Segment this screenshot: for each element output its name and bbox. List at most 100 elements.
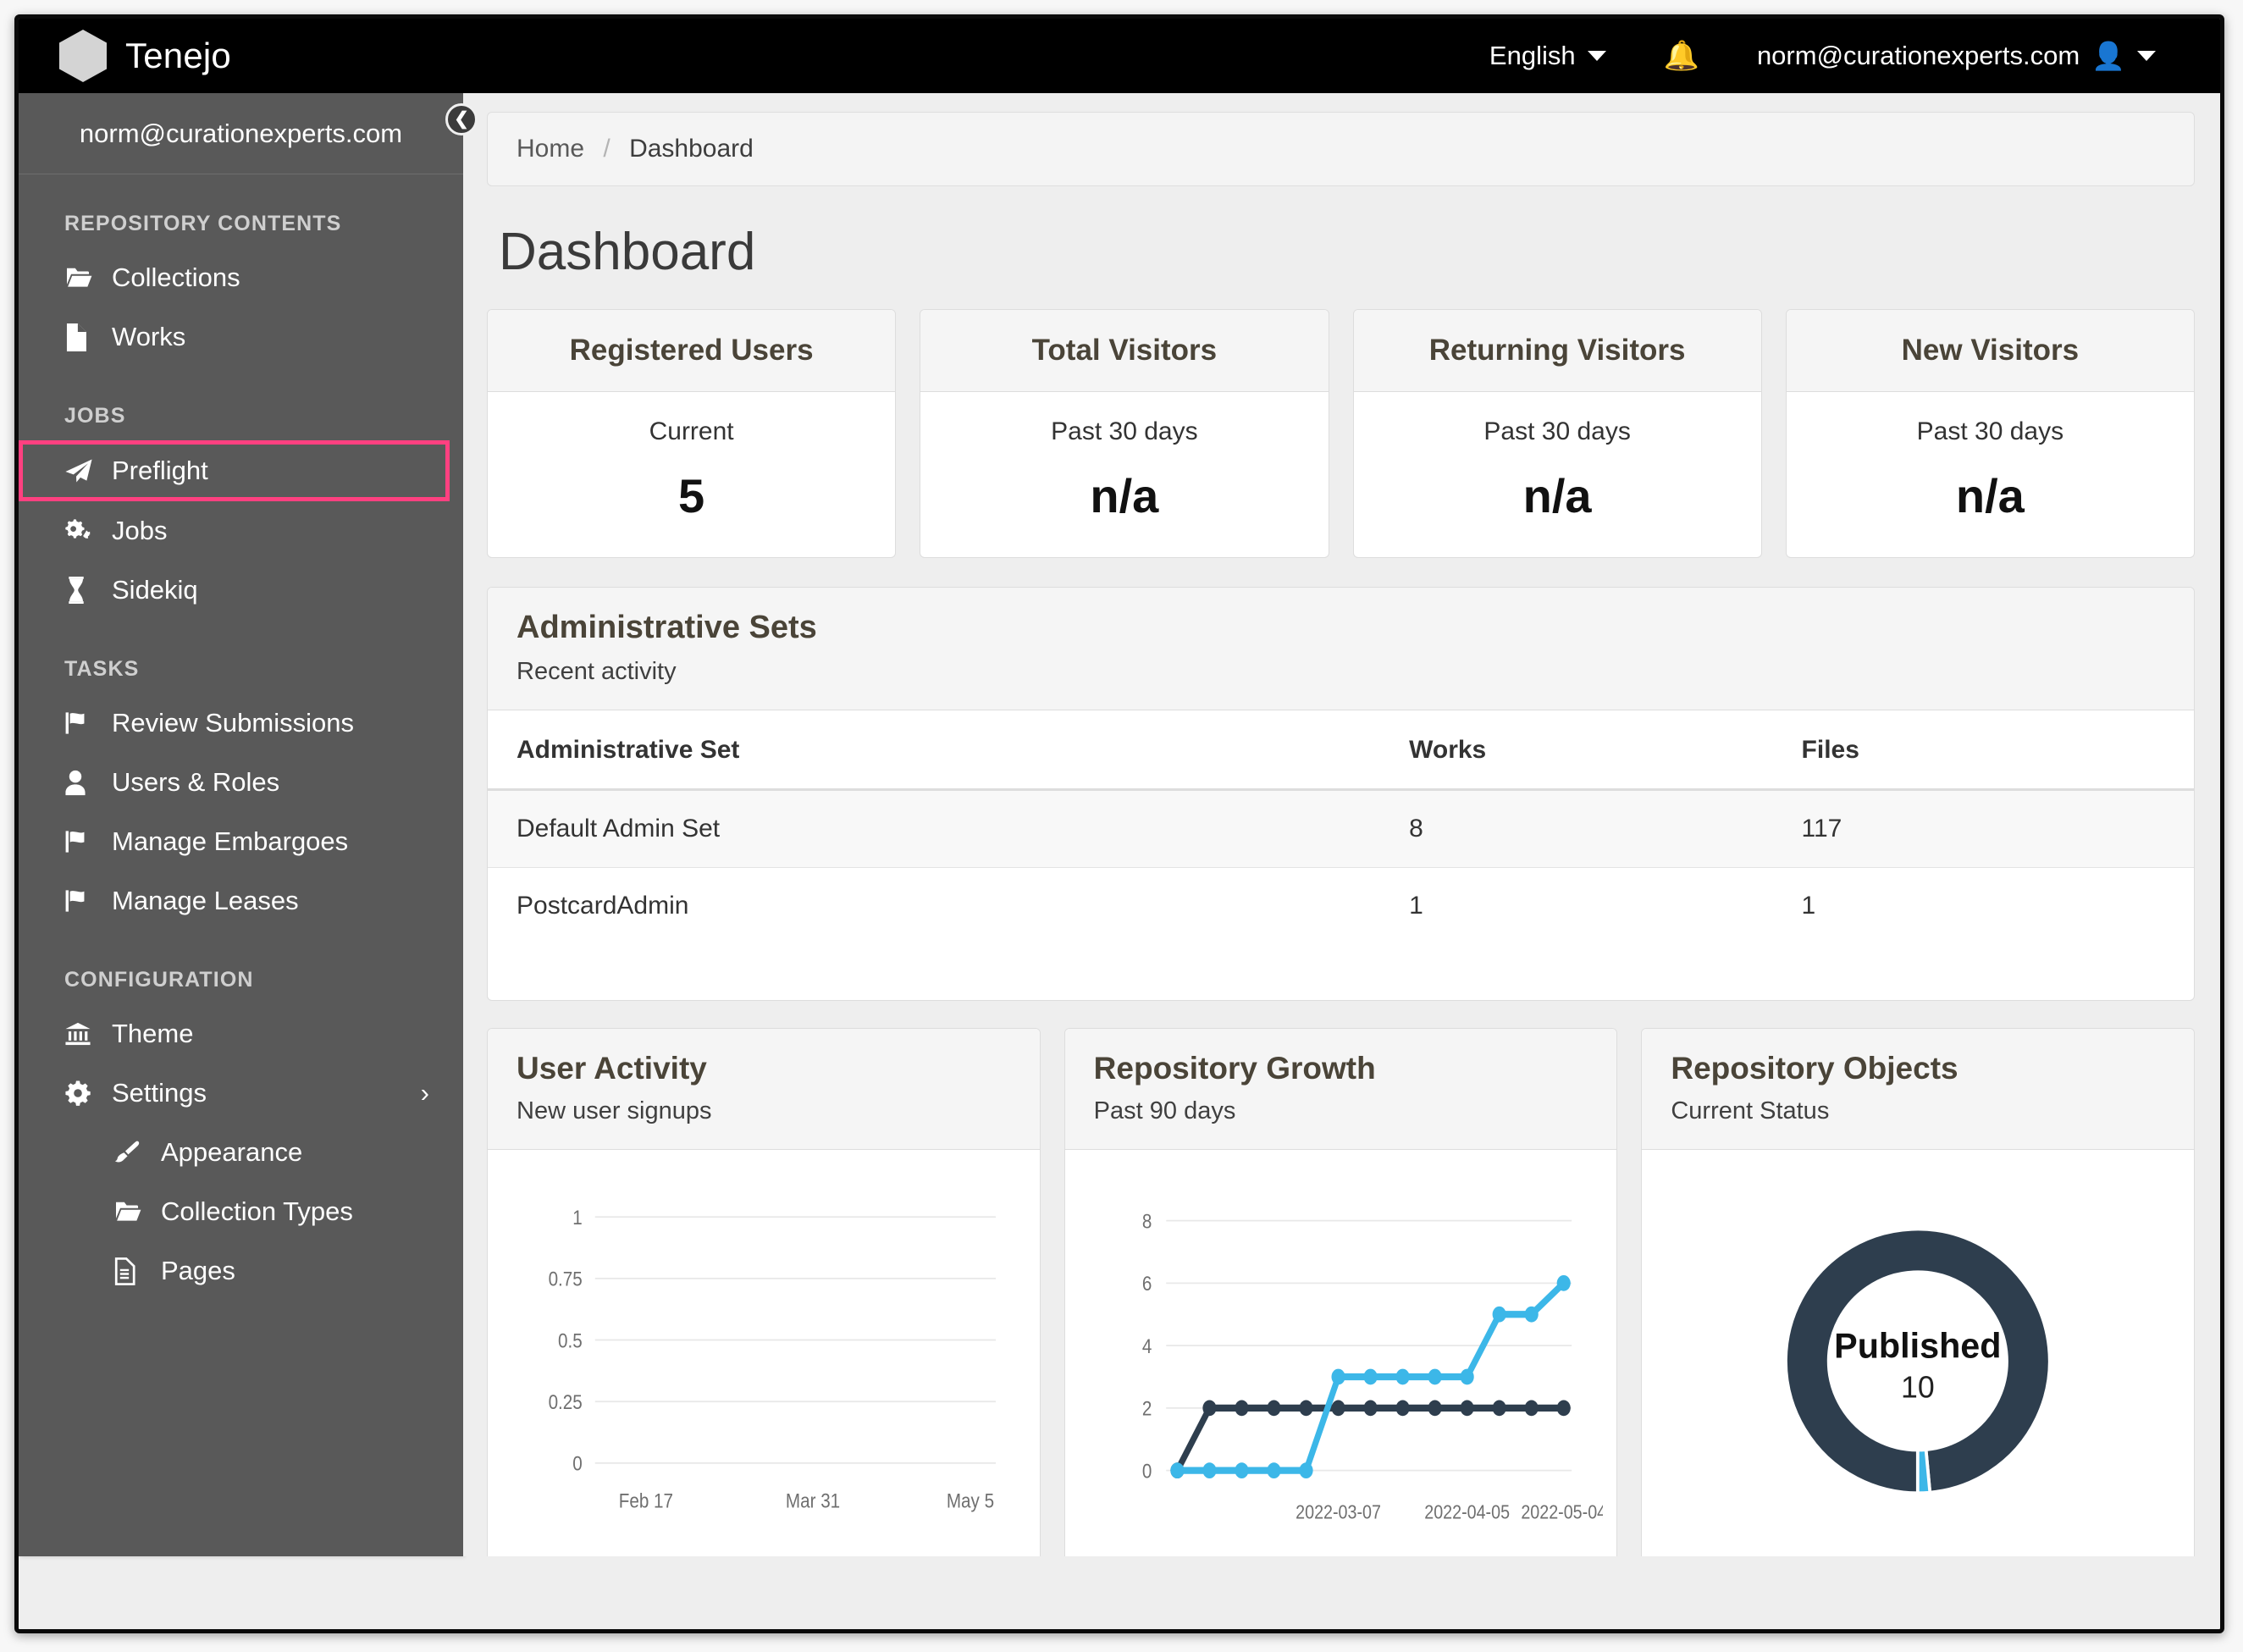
stat-card-title: Returning Visitors bbox=[1353, 310, 1761, 392]
stat-card-body: Past 30 days n/a bbox=[920, 392, 1328, 557]
sidebar-item-manage-leases[interactable]: Manage Leases bbox=[19, 871, 463, 931]
paper-plane-icon bbox=[64, 458, 112, 483]
user-icon: 👤 bbox=[2091, 41, 2125, 71]
table-cell: 117 bbox=[1801, 789, 2194, 868]
svg-text:2: 2 bbox=[1142, 1397, 1152, 1420]
sidebar-item-settings[interactable]: Settings › bbox=[19, 1064, 463, 1123]
administrative-sets-subtitle: Recent activity bbox=[517, 658, 677, 685]
repository-objects-donut[interactable]: Published 10 bbox=[1642, 1150, 2194, 1556]
sidebar-section-header: REPOSITORY CONTENTS bbox=[64, 212, 342, 235]
flag-icon bbox=[64, 711, 112, 735]
stat-card-body: Past 30 days n/a bbox=[1787, 392, 2194, 557]
chevron-right-icon: › bbox=[420, 1078, 429, 1108]
chevron-down-icon bbox=[1587, 51, 1606, 61]
sidebar-item-label: Review Submissions bbox=[112, 708, 354, 738]
table-bottom-spacer bbox=[488, 944, 2194, 1000]
sidebar-item-label: Users & Roles bbox=[112, 767, 280, 797]
svg-text:10: 10 bbox=[1901, 1371, 1935, 1405]
stat-card: Returning Visitors Past 30 days n/a bbox=[1352, 309, 1762, 558]
table-cell: Default Admin Set bbox=[488, 789, 1410, 868]
sidebar-item-sidekiq[interactable]: Sidekiq bbox=[19, 561, 463, 620]
table-row[interactable]: PostcardAdmin 1 1 bbox=[488, 868, 2194, 945]
sidebar-item-label: Collections bbox=[112, 262, 240, 292]
language-selector[interactable]: English bbox=[1461, 41, 1635, 71]
table-cell: 1 bbox=[1409, 892, 1423, 920]
sidebar-item-preflight[interactable]: Preflight bbox=[19, 440, 450, 501]
sidebar-item-works[interactable]: Works bbox=[19, 307, 463, 367]
sidebar-item-label: Settings bbox=[112, 1078, 207, 1108]
breadcrumb-home-link[interactable]: Home bbox=[517, 135, 584, 163]
user-activity-subtitle: New user signups bbox=[517, 1097, 712, 1124]
sidebar-item-label: Sidekiq bbox=[112, 575, 198, 605]
repository-objects-card: Repository Objects Current Status Publis… bbox=[1641, 1028, 2196, 1556]
sidebar-item-jobs[interactable]: Jobs bbox=[19, 501, 463, 561]
sidebar-item-collection-types[interactable]: Collection Types bbox=[19, 1182, 463, 1241]
table-column-header: Works bbox=[1409, 710, 1802, 791]
sidebar-item-label: Theme bbox=[112, 1019, 194, 1048]
stat-card-title: Total Visitors bbox=[920, 310, 1329, 392]
main-content: Home / Dashboard Dashboard Registered Us… bbox=[463, 93, 2220, 1556]
sidebar-item-label: Works bbox=[112, 322, 186, 351]
sidebar-item-manage-embargoes[interactable]: Manage Embargoes bbox=[19, 812, 463, 871]
topbar-right-group: English 🔔 norm@curationexperts.com 👤 bbox=[1461, 41, 2185, 71]
stat-card-title: Registered Users bbox=[488, 310, 896, 392]
sidebar-item-theme[interactable]: Theme bbox=[19, 1004, 463, 1064]
sidebar-item-collections[interactable]: Collections bbox=[19, 248, 463, 307]
file-text-icon bbox=[113, 1257, 161, 1285]
stat-cards-row: Registered Users Current 5 Total Visitors Pa… bbox=[487, 309, 2195, 558]
table-body: Default Admin Set 8 117 PostcardAdmin 1 1 bbox=[488, 789, 2194, 945]
administrative-sets-title: Administrative Sets bbox=[517, 610, 817, 645]
flag-icon bbox=[64, 889, 112, 913]
svg-text:Published: Published bbox=[1835, 1327, 2002, 1366]
svg-text:4: 4 bbox=[1142, 1334, 1152, 1357]
stat-card: New Visitors Past 30 days n/a bbox=[1785, 309, 2195, 558]
repository-objects-title: Repository Objects bbox=[1671, 1051, 1958, 1086]
svg-text:May 5: May 5 bbox=[947, 1489, 994, 1512]
svg-text:2022-04-05: 2022-04-05 bbox=[1424, 1501, 1510, 1523]
repository-growth-chart[interactable]: 0 2 4 6 8 2022-03-07 2022-04-05 2022-05-04 bbox=[1065, 1150, 1617, 1556]
svg-text:1: 1 bbox=[572, 1206, 582, 1229]
sidebar-item-pages[interactable]: Pages bbox=[19, 1241, 463, 1301]
svg-text:2022-03-07: 2022-03-07 bbox=[1296, 1501, 1381, 1523]
sidebar-item-label: Appearance bbox=[161, 1137, 303, 1167]
stat-card-subtitle: Past 30 days bbox=[1916, 417, 2064, 445]
user-email-label: norm@curationexperts.com bbox=[1756, 41, 2080, 70]
stat-card-subtitle: Current bbox=[649, 417, 734, 445]
sidebar-item-label: Collection Types bbox=[161, 1196, 353, 1226]
administrative-sets-header: Administrative Sets Recent activity bbox=[488, 588, 2194, 710]
user-icon bbox=[64, 770, 112, 796]
sidebar-item-label: Manage Leases bbox=[112, 886, 299, 915]
svg-text:0.75: 0.75 bbox=[549, 1268, 583, 1290]
repository-objects-subtitle: Current Status bbox=[1671, 1097, 1830, 1124]
notifications-button[interactable]: 🔔 bbox=[1635, 41, 1728, 70]
sidebar-section-header: JOBS bbox=[64, 404, 126, 428]
administrative-sets-panel: Administrative Sets Recent activity Admi… bbox=[487, 587, 2195, 1001]
stat-card-value: n/a bbox=[1955, 469, 2025, 522]
repository-objects-header: Repository Objects Current Status bbox=[1642, 1029, 2195, 1150]
svg-text:6: 6 bbox=[1142, 1273, 1152, 1296]
folder-open-icon bbox=[113, 1200, 161, 1224]
stat-card-body: Current 5 bbox=[488, 392, 895, 557]
user-menu[interactable]: norm@curationexperts.com 👤 bbox=[1728, 41, 2185, 71]
brand-logo[interactable]: Tenejo bbox=[59, 30, 231, 82]
repository-growth-header: Repository Growth Past 90 days bbox=[1064, 1029, 1617, 1150]
language-label: English bbox=[1489, 41, 1576, 70]
stat-card-value: 5 bbox=[678, 469, 705, 522]
sidebar-collapse-button[interactable]: ❮ bbox=[445, 103, 478, 135]
flag-icon bbox=[64, 830, 112, 854]
screenshot-root: Tenejo English 🔔 norm@curationexperts.co… bbox=[0, 0, 2243, 1652]
table-cell: 1 bbox=[1801, 892, 1816, 920]
svg-text:8: 8 bbox=[1142, 1210, 1152, 1233]
table-row[interactable]: Default Admin Set 8 117 bbox=[488, 789, 2194, 868]
chevron-down-icon bbox=[2137, 51, 2156, 61]
stat-card-value: n/a bbox=[1090, 469, 1159, 522]
sidebar-item-label: Manage Embargoes bbox=[112, 826, 349, 856]
user-activity-title: User Activity bbox=[517, 1051, 707, 1086]
table-header-row: Administrative Set Works Files bbox=[488, 710, 2194, 791]
sidebar-item-appearance[interactable]: Appearance bbox=[19, 1123, 463, 1182]
sidebar-item-users-roles[interactable]: Users & Roles bbox=[19, 753, 463, 812]
user-activity-chart[interactable]: 0 0.25 0.5 0.75 1 Feb 17 Mar 31 May 5 bbox=[488, 1150, 1040, 1556]
stat-card: Total Visitors Past 30 days n/a bbox=[920, 309, 1329, 558]
sidebar-item-review-submissions[interactable]: Review Submissions bbox=[19, 693, 463, 753]
charts-row: User Activity New user signups 0 0.25 0.5 0… bbox=[487, 1028, 2196, 1556]
